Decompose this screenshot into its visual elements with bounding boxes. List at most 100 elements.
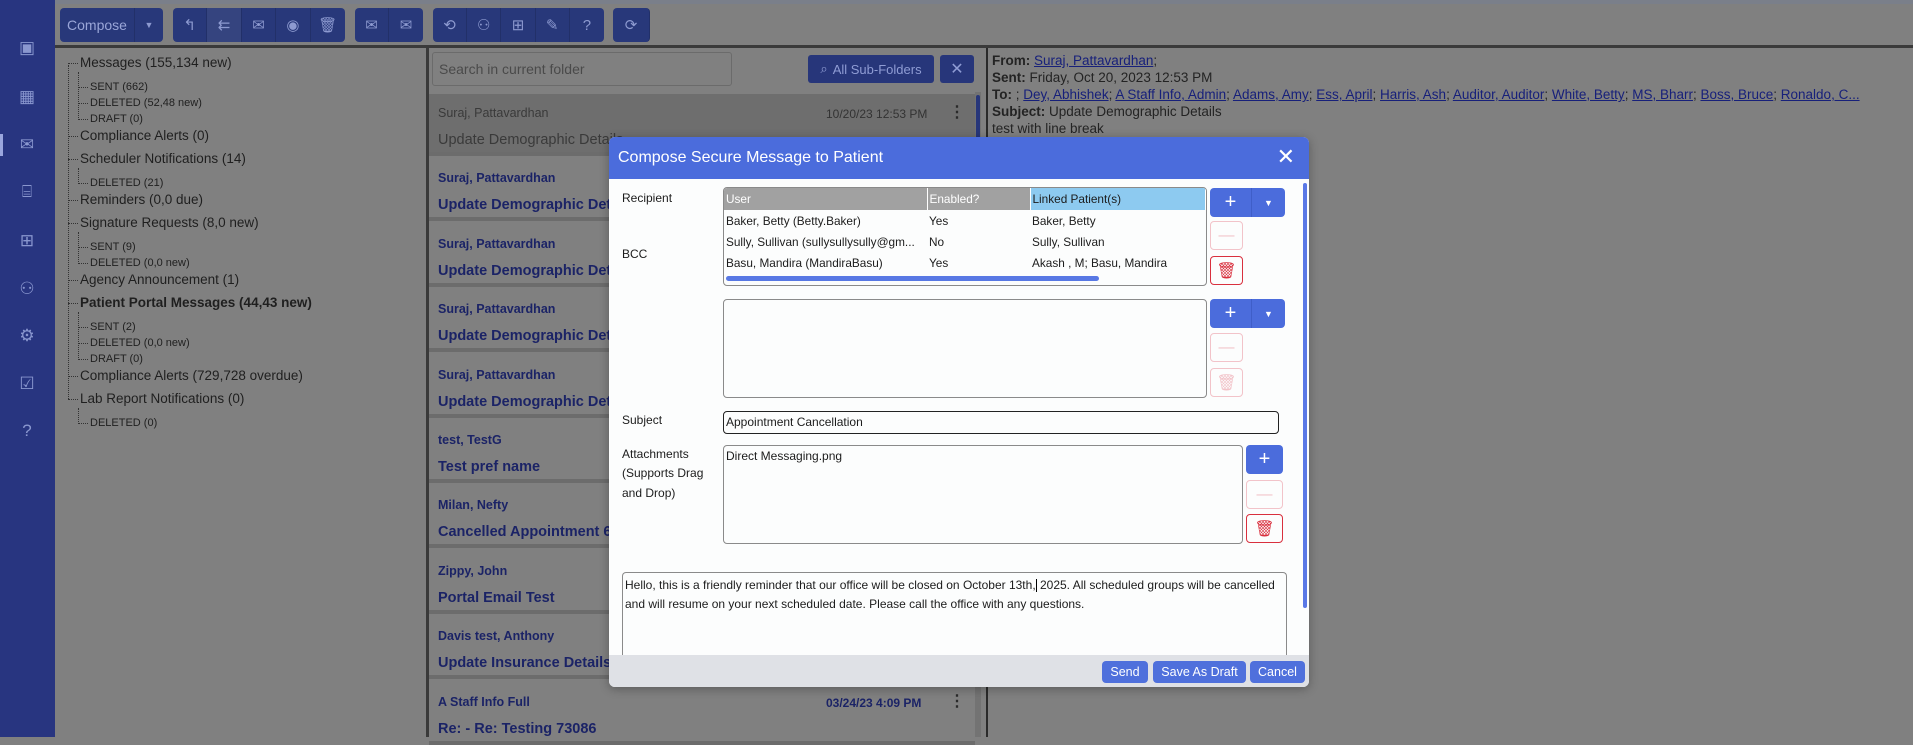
subject-input[interactable]: Appointment Cancellation: [723, 411, 1279, 434]
trash-icon: 🗑: [318, 17, 338, 34]
recipient-enabled: No: [929, 234, 945, 249]
tree-item[interactable]: DRAFT (0): [78, 353, 143, 365]
tree-item[interactable]: Compliance Alerts (729,728 overdue): [68, 368, 303, 383]
recipient-table-scrollbar[interactable]: [726, 276, 1099, 281]
delete-bcc-button[interactable]: 🗑: [1210, 368, 1243, 397]
recipient-row[interactable]: Sully, Sullivan (sullysullysully@gm... No…: [724, 231, 1206, 252]
reply-all-button[interactable]: ⇇: [207, 8, 242, 42]
from-link[interactable]: Suraj, Pattavardhan: [1034, 53, 1153, 68]
tree-item[interactable]: SENT (662): [78, 81, 148, 93]
close-dialog-button[interactable]: ✕: [1277, 146, 1295, 168]
remove-bcc-button[interactable]: —: [1210, 333, 1243, 362]
tree-item[interactable]: Scheduler Notifications (14): [68, 151, 246, 166]
remove-recipient-button[interactable]: —: [1210, 221, 1243, 250]
tree-item[interactable]: Agency Announcement (1): [67, 272, 239, 287]
recipient-link[interactable]: Ronaldo, C...: [1781, 87, 1860, 102]
add-attachment-button[interactable]: +: [1246, 445, 1283, 474]
add-file-button[interactable]: ⊞: [501, 8, 536, 42]
checklist-icon[interactable]: ☑: [15, 372, 39, 396]
message-sender: test, TestG: [438, 433, 502, 447]
recipient-link[interactable]: Dey, Abhishek: [1023, 87, 1108, 102]
clipboard-edit-button[interactable]: ✎: [535, 8, 570, 42]
attachment-item[interactable]: Direct Messaging.png: [726, 449, 1240, 463]
recipient-row[interactable]: Basu, Mandira (MandiraBasu) Yes Akash , M;…: [724, 252, 1206, 273]
message-subject: Update Demographic Details: [438, 262, 636, 279]
tree-item[interactable]: DELETED (0): [77, 417, 157, 429]
contact-card-icon[interactable]: ▣: [15, 36, 39, 60]
message-list-item[interactable]: A Staff Info Full Re: - Re: Testing 73086…: [429, 683, 975, 745]
tree-item[interactable]: DELETED (0,0 new): [78, 257, 190, 269]
dialog-title: Compose Secure Message to Patient: [618, 149, 884, 166]
recipient-link[interactable]: Boss, Bruce: [1700, 87, 1773, 102]
remove-attachment-button[interactable]: —: [1246, 480, 1283, 509]
clear-search-button[interactable]: ✕: [940, 55, 974, 83]
help-button[interactable]: ?: [569, 8, 604, 42]
column-header-user[interactable]: User: [724, 188, 928, 210]
dialog-scrollbar[interactable]: [1303, 183, 1307, 608]
tree-item[interactable]: Signature Requests (8,0 new): [68, 215, 259, 230]
tree-item[interactable]: Compliance Alerts (0): [67, 128, 209, 143]
preview-button[interactable]: ◉: [276, 8, 311, 42]
tree-item[interactable]: SENT (9): [78, 241, 136, 253]
forward-mail-icon: ✉: [252, 17, 265, 34]
recipient-link[interactable]: Ess, April: [1316, 87, 1372, 102]
mark-read-button[interactable]: ✉: [355, 8, 389, 42]
bcc-list[interactable]: [723, 299, 1207, 398]
compose-dropdown-button[interactable]: ▼: [135, 8, 163, 42]
recipient-link[interactable]: Harris, Ash: [1380, 87, 1446, 102]
chevron-down-icon[interactable]: ▼: [1251, 299, 1285, 328]
delete-attachments-button[interactable]: 🗑: [1246, 514, 1283, 543]
add-bcc-button[interactable]: + ▼: [1210, 299, 1285, 328]
trash-icon: 🗑: [1254, 520, 1275, 538]
tree-item[interactable]: DRAFT (0): [78, 113, 143, 125]
tree-item[interactable]: Reminders (0,0 due): [67, 192, 203, 207]
mark-unread-button[interactable]: ✉: [389, 8, 423, 42]
user-icon[interactable]: ⚇: [15, 277, 39, 301]
tree-item[interactable]: DELETED (0,0 new): [78, 337, 190, 349]
tree-item[interactable]: SENT (2): [78, 321, 136, 333]
cancel-button[interactable]: Cancel: [1250, 661, 1305, 683]
recipient-link[interactable]: Auditor, Auditor: [1453, 87, 1545, 102]
assign-user-button[interactable]: ⚇: [467, 8, 502, 42]
column-header-linked-patients[interactable]: Linked Patient(s): [1030, 188, 1206, 210]
more-options-icon[interactable]: ⋮: [949, 102, 965, 122]
recipient-link[interactable]: Adams, Amy: [1233, 87, 1309, 102]
message-body-textarea[interactable]: Hello, this is a friendly reminder that …: [622, 572, 1287, 662]
delete-recipients-button[interactable]: 🗑: [1210, 256, 1243, 285]
send-button[interactable]: Send: [1102, 661, 1148, 683]
tree-item[interactable]: DELETED (21): [77, 177, 163, 189]
reply-button[interactable]: ↰: [173, 8, 208, 42]
tree-item[interactable]: Lab Report Notifications (0): [67, 391, 244, 406]
tree-item[interactable]: Messages (155,134 new): [68, 55, 232, 70]
attachments-list[interactable]: Direct Messaging.png: [723, 445, 1243, 544]
settings-gear-icon[interactable]: ⚙: [15, 324, 39, 348]
compose-button[interactable]: Compose: [60, 8, 135, 42]
tree-item[interactable]: DELETED (52,48 new): [78, 97, 202, 109]
recipient-link[interactable]: MS, Bharr: [1632, 87, 1693, 102]
recipient-link[interactable]: White, Betty: [1552, 87, 1625, 102]
add-recipient-button[interactable]: + ▼: [1210, 188, 1285, 217]
column-header-enabled[interactable]: Enabled?: [927, 188, 1031, 210]
tree-item[interactable]: Patient Portal Messages (44,43 new): [68, 295, 312, 310]
calendar-icon[interactable]: ▦: [15, 85, 39, 109]
help-icon[interactable]: ?: [15, 419, 39, 443]
tree-connector: [78, 168, 79, 184]
recipient-link[interactable]: A Staff Info, Admin: [1115, 87, 1226, 102]
sync-button[interactable]: ⟲: [433, 8, 468, 42]
minus-icon: —: [1218, 226, 1235, 244]
refresh-button[interactable]: ⟳: [613, 8, 650, 42]
message-subject: Cancelled Appointment 6/2: [438, 524, 624, 541]
save-as-draft-button[interactable]: Save As Draft: [1153, 661, 1246, 683]
mail-icon[interactable]: ✉: [15, 133, 39, 157]
scan-document-icon[interactable]: ⌸: [15, 180, 39, 204]
recipient-table-header: User Enabled? Linked Patient(s): [724, 188, 1206, 210]
trash-button[interactable]: 🗑: [310, 8, 345, 42]
search-input[interactable]: Search in current folder: [432, 52, 732, 86]
medical-case-icon[interactable]: ⊞: [15, 229, 39, 253]
from-label: From:: [992, 53, 1031, 68]
all-subfolders-button[interactable]: ⌕ All Sub-Folders: [808, 55, 934, 83]
forward-mail-button[interactable]: ✉: [241, 8, 277, 42]
recipient-row[interactable]: Baker, Betty (Betty.Baker) Yes Baker, Bett…: [724, 210, 1206, 231]
more-options-icon[interactable]: ⋮: [949, 691, 965, 711]
chevron-down-icon[interactable]: ▼: [1251, 188, 1285, 217]
